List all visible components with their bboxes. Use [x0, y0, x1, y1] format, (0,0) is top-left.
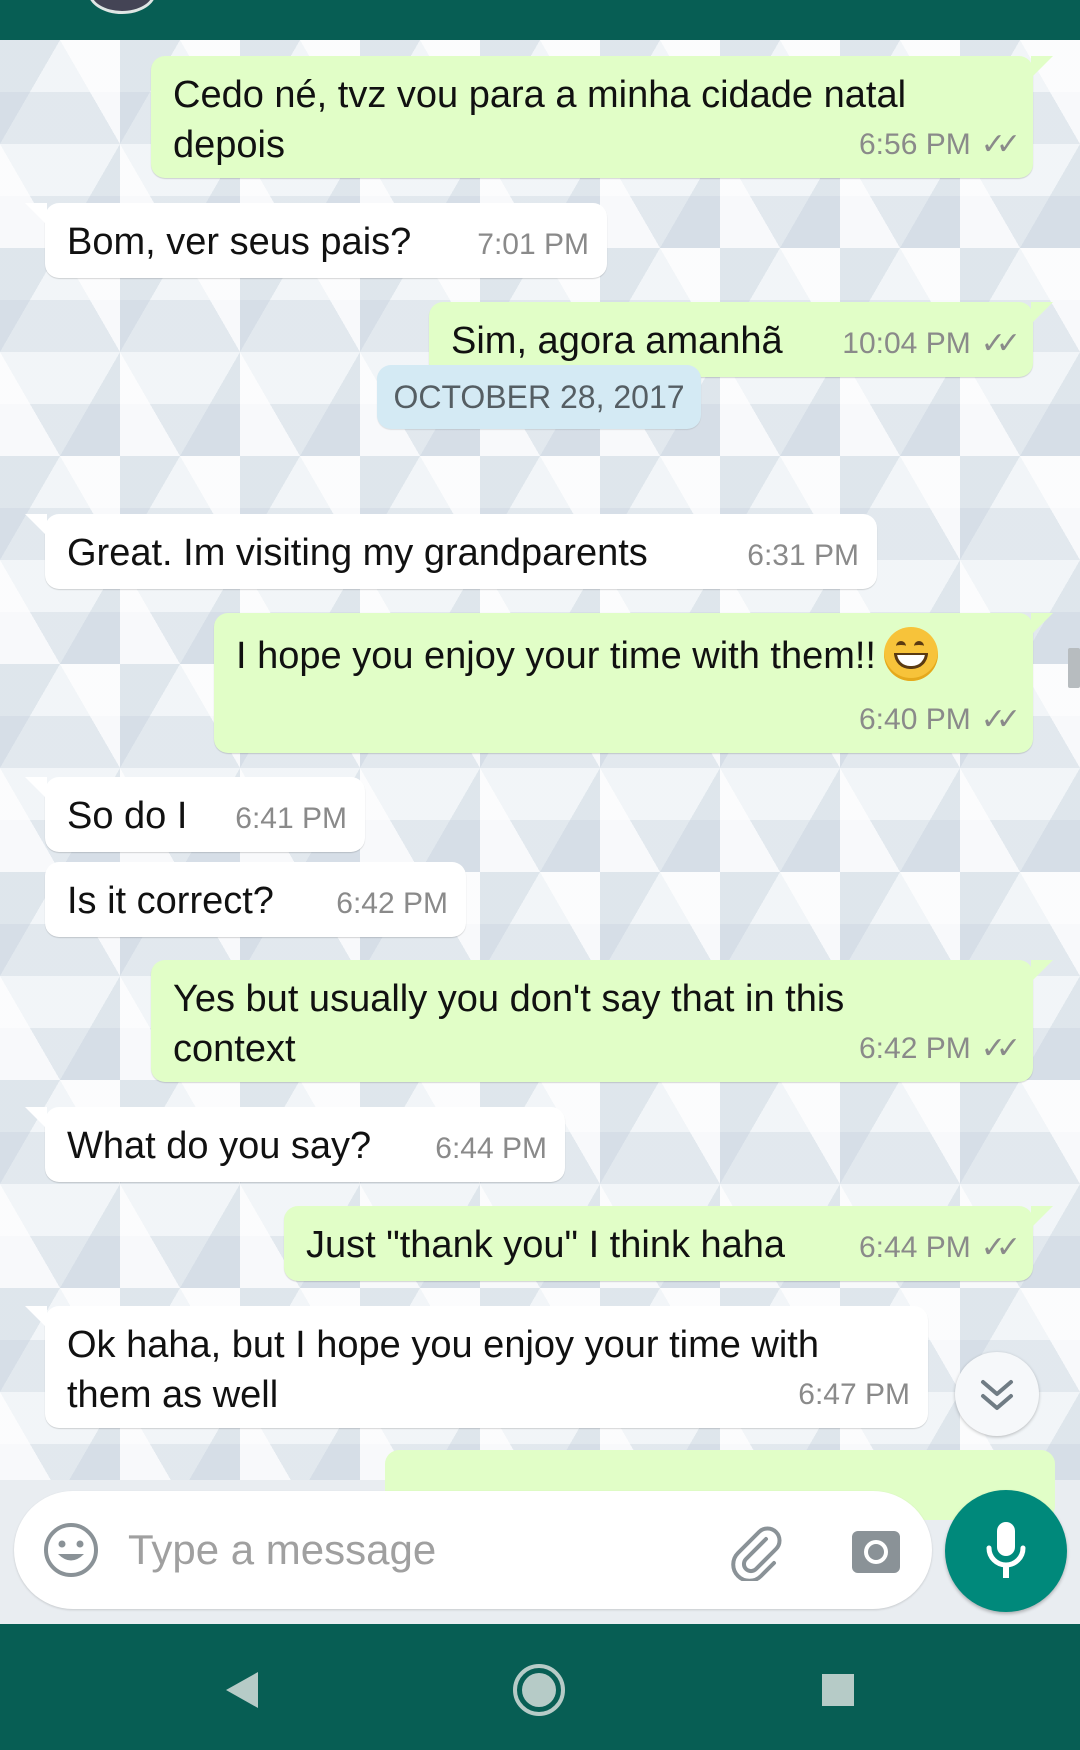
read-ticks-icon: ✓✓ — [980, 1231, 1021, 1264]
attach-icon[interactable] — [726, 1521, 786, 1581]
message-time: 6:44 PM — [435, 1132, 547, 1165]
message-outgoing[interactable]: Yes but usually you don't say that in th… — [151, 960, 1053, 1082]
message-incoming[interactable]: Great. Im visiting my grandparents 6:31 … — [25, 514, 877, 589]
read-ticks-icon: ✓✓ — [980, 327, 1021, 360]
mic-icon — [986, 1522, 1026, 1578]
message-incoming[interactable]: So do I 6:41 PM — [25, 777, 365, 852]
android-nav-bar — [0, 1624, 1080, 1750]
emoji-icon[interactable] — [42, 1521, 100, 1579]
message-input[interactable] — [126, 1517, 690, 1583]
scrollbar-thumb[interactable] — [1068, 648, 1080, 688]
message-incoming[interactable]: What do you say? 6:44 PM — [25, 1107, 565, 1182]
message-outgoing[interactable]: Just "thank you" I think haha 6:44 PM ✓✓ — [284, 1206, 1053, 1281]
message-time: 7:01 PM — [477, 228, 589, 261]
message-text: Ok haha, but I hope you enjoy your time … — [67, 1324, 819, 1416]
read-ticks-icon: ✓✓ — [980, 128, 1021, 161]
message-incoming[interactable]: Bom, ver seus pais? 7:01 PM — [25, 203, 607, 278]
message-time: 6:40 PM ✓✓ — [859, 695, 1021, 745]
message-time: 6:41 PM — [235, 802, 347, 835]
message-outgoing[interactable]: Cedo né, tvz vou para a minha cidade nat… — [151, 56, 1053, 178]
message-text: Cedo né, tvz vou para a minha cidade nat… — [173, 74, 907, 166]
message-time: 6:42 PM — [336, 887, 448, 920]
message-time: 6:44 PM ✓✓ — [859, 1223, 1021, 1273]
chat-header — [0, 0, 1080, 40]
contact-avatar[interactable] — [88, 0, 156, 14]
camera-icon[interactable] — [846, 1521, 906, 1581]
message-text: What do you say? — [67, 1125, 372, 1167]
message-text: Sim, agora amanhã — [451, 320, 783, 362]
message-time: 6:47 PM — [798, 1378, 910, 1411]
message-composer — [14, 1491, 932, 1609]
mic-button[interactable] — [945, 1490, 1067, 1612]
message-text: So do I — [67, 795, 188, 837]
message-time: 6:42 PM ✓✓ — [859, 1024, 1021, 1074]
grinning-face-emoji-icon — [884, 627, 938, 681]
message-text: Bom, ver seus pais? — [67, 221, 412, 263]
back-icon[interactable] — [212, 1660, 272, 1720]
message-text: Yes but usually you don't say that in th… — [173, 978, 845, 1070]
read-ticks-icon: ✓✓ — [980, 703, 1021, 736]
message-text: I hope you enjoy your time with them!! — [236, 627, 938, 685]
message-time: 6:56 PM ✓✓ — [859, 120, 1021, 170]
read-ticks-icon: ✓✓ — [980, 1032, 1021, 1065]
double-chevron-down-icon — [981, 1380, 1013, 1410]
message-text: Great. Im visiting my grandparents — [67, 532, 648, 574]
date-divider: OCTOBER 28, 2017 — [377, 365, 701, 429]
home-icon[interactable] — [509, 1660, 569, 1720]
scroll-to-bottom-button[interactable] — [955, 1352, 1039, 1436]
message-text: Just "thank you" I think haha — [306, 1224, 786, 1266]
message-incoming[interactable]: Ok haha, but I hope you enjoy your time … — [25, 1306, 928, 1428]
message-time: 10:04 PM ✓✓ — [842, 319, 1021, 369]
recents-icon[interactable] — [808, 1660, 868, 1720]
message-time: 6:31 PM — [747, 539, 859, 572]
message-outgoing[interactable]: I hope you enjoy your time with them!! 6… — [214, 613, 1053, 753]
message-text: Is it correct? — [67, 880, 274, 922]
message-incoming[interactable]: Is it correct? 6:42 PM — [45, 862, 466, 937]
